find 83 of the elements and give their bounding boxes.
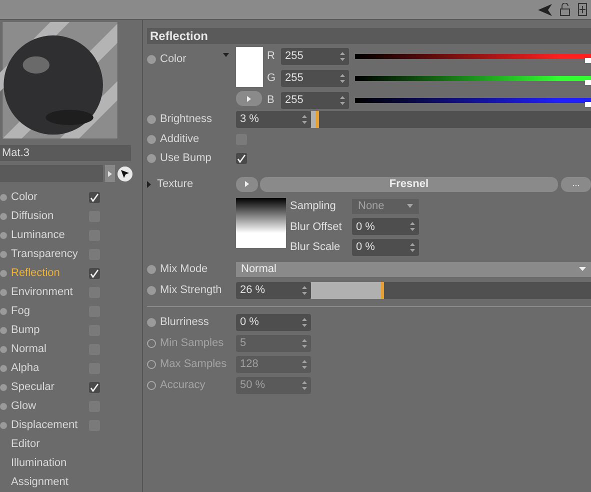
shader-button[interactable]: Fresnel [260, 176, 558, 192]
checkmark-icon [90, 193, 99, 202]
caret-icon [579, 267, 586, 271]
gradient-preview [236, 198, 286, 248]
channel-item[interactable]: Displacement [11, 417, 89, 434]
channel-item[interactable]: Illumination [11, 455, 89, 472]
spinner-arrows-icon [302, 115, 307, 124]
slider-thumb[interactable] [585, 102, 591, 106]
parameter-label: Blur Scale [290, 240, 342, 255]
caret-icon[interactable] [223, 53, 229, 57]
channel-item[interactable]: Environment [11, 284, 89, 301]
channel-letter: G [267, 70, 277, 86]
parameter-label: Texture [157, 176, 194, 192]
expand-button[interactable] [236, 91, 262, 106]
parameter-label: Accuracy [160, 378, 206, 393]
channel-item[interactable]: Reflection [11, 265, 89, 282]
parameter-label: Blur Offset [290, 220, 343, 234]
spinner-arrows-icon [302, 318, 307, 326]
slider-thumb[interactable] [585, 80, 591, 84]
more-button[interactable]: ... [561, 176, 591, 192]
spinner-arrows-icon [302, 338, 307, 348]
number-field[interactable]: 0 % [352, 238, 419, 256]
pointer-icon[interactable] [117, 166, 133, 182]
checkbox[interactable] [89, 382, 100, 393]
spinner-arrows-icon [340, 74, 345, 82]
channel-item[interactable]: Glow [11, 398, 89, 415]
channel-letter: R [267, 48, 276, 64]
spinner-arrows-icon [340, 96, 345, 104]
channel-item[interactable]: Transparency [11, 246, 89, 263]
spinner-arrows-icon [340, 52, 345, 60]
section-header: Reflection [147, 28, 591, 44]
spinner-arrows-icon [302, 360, 307, 368]
checkbox[interactable] [236, 153, 247, 164]
parameter-label: Sampling [290, 199, 337, 214]
expand-triangle-icon[interactable] [147, 180, 151, 188]
number-field[interactable]: 26 % [236, 282, 311, 298]
parameter-label: Mix Mode [160, 262, 208, 277]
number-field[interactable]: 255 [281, 70, 349, 86]
spinner-arrows-icon [302, 286, 307, 294]
expand-button[interactable] [236, 176, 258, 192]
slider-thumb[interactable] [585, 58, 591, 62]
number-field[interactable]: 255 [281, 48, 349, 64]
material-name-field[interactable]: Mat.3 [0, 144, 131, 161]
lock-icon[interactable] [560, 3, 570, 16]
parameter-label: Blurriness [160, 314, 209, 330]
checkmark-icon [90, 383, 99, 392]
play-icon [108, 170, 112, 176]
color-swatch[interactable] [236, 47, 263, 87]
checkbox[interactable] [89, 268, 100, 279]
play-icon [245, 181, 249, 187]
parameter-label: Mix Strength [160, 282, 222, 298]
channel-item[interactable]: Diffusion [11, 208, 89, 225]
channel-item[interactable]: Fog [11, 303, 89, 320]
channel-item[interactable]: Specular [11, 379, 89, 396]
parameter-label: Additive [160, 132, 200, 148]
channel-item[interactable]: Color [11, 189, 89, 206]
play-icon [247, 96, 251, 102]
channel-item[interactable]: Alpha [11, 360, 89, 377]
checkbox[interactable] [89, 192, 100, 203]
back-arrow-icon[interactable] [538, 4, 552, 16]
channel-item[interactable]: Bump [11, 322, 89, 339]
channel-item[interactable]: Luminance [11, 227, 89, 244]
channel-item[interactable]: Assignment [11, 474, 89, 491]
checkmark-icon [237, 154, 246, 163]
spinner-arrows-icon [410, 222, 415, 232]
channel-item[interactable]: Normal [11, 341, 89, 358]
number-field[interactable]: 255 [281, 92, 349, 108]
channel-item[interactable]: Editor [11, 436, 89, 453]
parameter-label: Brightness [160, 112, 212, 128]
parameter-label: Min Samples [160, 336, 224, 351]
spinner-arrows-icon [410, 242, 415, 252]
checkmark-icon [90, 269, 99, 278]
number-field[interactable]: 0 % [352, 218, 419, 236]
parameter-label: Use Bump [160, 151, 212, 166]
new-window-icon[interactable] [578, 3, 587, 16]
parameter-label: Color [160, 52, 186, 67]
number-field[interactable]: 3 % [236, 111, 311, 128]
mix-mode-dropdown[interactable]: Normal [236, 262, 591, 276]
caret-icon [407, 204, 413, 208]
parameter-label: Max Samples [160, 356, 227, 372]
channel-letter: B [267, 92, 276, 108]
number-field[interactable]: 0 % [236, 314, 311, 330]
spinner-arrows-icon [302, 380, 307, 390]
